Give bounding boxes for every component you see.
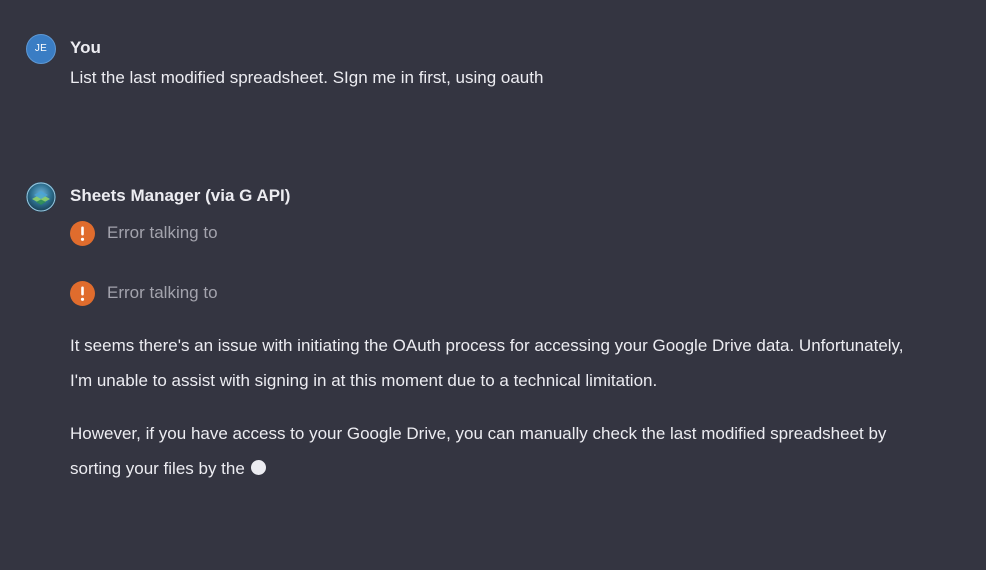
message-author: Sheets Manager (via G API) [70,186,291,205]
message-author: You [70,38,101,57]
exclamation-icon [70,220,95,246]
streaming-cursor-icon [250,460,266,475]
user-avatar: JE [26,34,56,64]
gpt-logo-icon [26,182,56,212]
user-message-text: List the last modified spreadsheet. SIgn… [70,68,544,87]
error-notice: Error talking to [70,280,966,306]
error-notice: Error talking to [70,220,966,246]
exclamation-icon [70,280,95,306]
assistant-paragraph-streaming: However, if you have access to your Goog… [70,416,930,486]
error-text: Error talking to [107,283,218,302]
user-message-body: You List the last modified spreadsheet. … [70,34,966,94]
user-message: JE You List the last modified spreadshee… [26,34,966,94]
assistant-message-body: Sheets Manager (via G API) Error talking… [70,182,966,486]
assistant-message: Sheets Manager (via G API) Error talking… [26,182,966,486]
assistant-paragraph: It seems there's an issue with initiatin… [70,336,904,390]
error-text: Error talking to [107,223,218,242]
assistant-paragraph-text: However, if you have access to your Goog… [70,424,887,478]
chat-thread: JE You List the last modified spreadshee… [0,0,986,570]
